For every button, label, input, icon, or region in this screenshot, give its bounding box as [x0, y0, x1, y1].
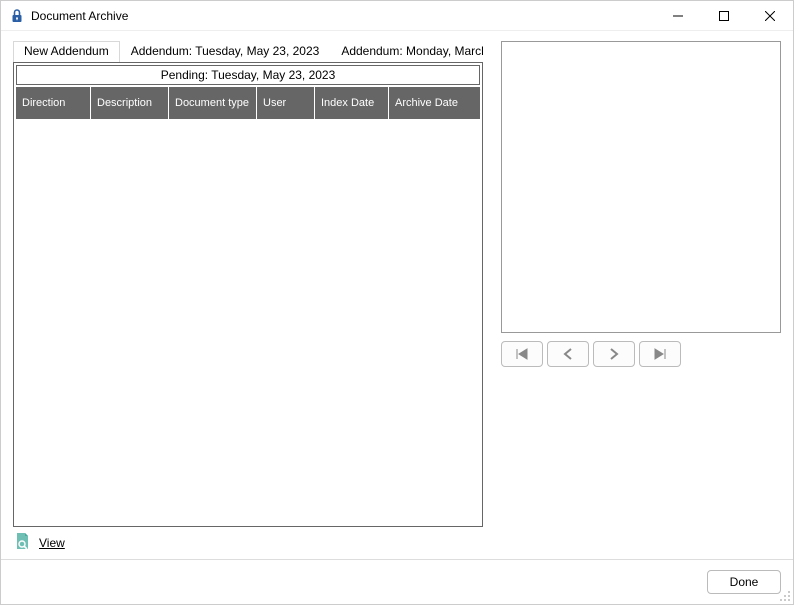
- tabs: New AddendumAddendum: Tuesday, May 23, 2…: [13, 41, 483, 63]
- preview-pane: [501, 41, 781, 333]
- document-view-icon: [13, 531, 33, 554]
- pending-header: Pending: Tuesday, May 23, 2023: [16, 65, 480, 85]
- left-pane: New AddendumAddendum: Tuesday, May 23, 2…: [13, 41, 483, 554]
- column-header-4[interactable]: Index Date: [314, 87, 388, 119]
- view-row: View: [13, 531, 483, 554]
- nav-buttons: [501, 341, 781, 367]
- column-header-2[interactable]: Document type: [168, 87, 256, 119]
- table-header: DirectionDescriptionDocument typeUserInd…: [16, 87, 480, 119]
- maximize-button[interactable]: [701, 1, 747, 31]
- window-controls: [655, 1, 793, 30]
- titlebar: Document Archive: [1, 1, 793, 31]
- footer: Done: [1, 559, 793, 604]
- lock-icon: [9, 8, 25, 24]
- done-button[interactable]: Done: [707, 570, 781, 594]
- column-header-0[interactable]: Direction: [16, 87, 90, 119]
- close-button[interactable]: [747, 1, 793, 31]
- right-pane: [501, 41, 781, 554]
- window-title: Document Archive: [31, 9, 655, 23]
- next-button[interactable]: [593, 341, 635, 367]
- view-link[interactable]: View: [39, 536, 65, 550]
- table-body: [16, 119, 480, 524]
- minimize-button[interactable]: [655, 1, 701, 31]
- last-button[interactable]: [639, 341, 681, 367]
- tab-2[interactable]: Addendum: Monday, March 27, 2023: [330, 41, 483, 63]
- resize-grip-icon[interactable]: [779, 590, 791, 602]
- column-header-3[interactable]: User: [256, 87, 314, 119]
- table-container: Pending: Tuesday, May 23, 2023 Direction…: [13, 62, 483, 527]
- column-header-1[interactable]: Description: [90, 87, 168, 119]
- tab-1[interactable]: Addendum: Tuesday, May 23, 2023: [120, 41, 331, 63]
- prev-button[interactable]: [547, 341, 589, 367]
- column-header-5[interactable]: Archive Date: [388, 87, 468, 119]
- first-button[interactable]: [501, 341, 543, 367]
- tab-0[interactable]: New Addendum: [13, 41, 120, 63]
